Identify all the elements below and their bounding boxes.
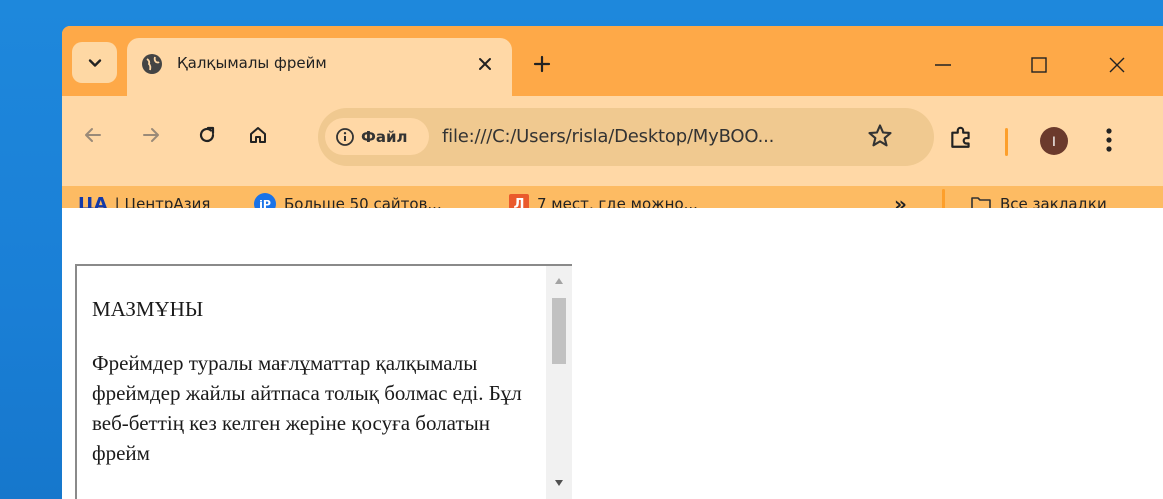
toolbar: Файл file:///C:/Users/risla/Desktop/MyBO…: [62, 96, 1163, 186]
arrow-right-icon: [143, 128, 159, 142]
globe-icon: [142, 54, 162, 74]
reload-icon: [199, 126, 215, 143]
chevron-down-icon: [88, 58, 101, 67]
site-info-label: Файл: [361, 127, 408, 146]
arrow-left-icon: [85, 128, 101, 142]
plus-icon: [533, 55, 551, 73]
url-text[interactable]: file:///C:/Users/risla/Desktop/MyBOO...: [442, 126, 774, 147]
triangle-up-icon: [555, 278, 563, 284]
tab-close-button[interactable]: [472, 51, 498, 77]
home-button[interactable]: [243, 120, 273, 150]
home-icon: [250, 127, 266, 143]
bookmark-star-icon[interactable]: [866, 122, 894, 150]
floating-iframe[interactable]: МАЗМҰНЫ Фреймдер туралы мағлұматтар қалқ…: [75, 264, 572, 499]
tab-active[interactable]: Қалқымалы фрейм: [127, 38, 512, 96]
extensions-icon[interactable]: [948, 124, 974, 150]
more-menu-icon[interactable]: [1104, 126, 1114, 154]
iframe-heading: МАЗМҰНЫ: [92, 297, 204, 321]
close-icon: [479, 58, 491, 70]
iframe-scrollbar[interactable]: [546, 266, 572, 499]
tab-search-button[interactable]: [72, 42, 117, 83]
scroll-down-button[interactable]: [546, 472, 572, 494]
profile-avatar[interactable]: I: [1040, 127, 1068, 155]
minimize-icon: [935, 64, 951, 66]
iframe-body: МАЗМҰНЫ Фреймдер туралы мағлұматтар қалқ…: [92, 294, 542, 468]
browser-window: Қалқымалы фрейм Файл file:///C:/Users/ri…: [62, 26, 1163, 499]
tab-strip: Қалқымалы фрейм: [62, 26, 1163, 96]
new-tab-button[interactable]: [526, 48, 558, 80]
close-icon: [1109, 57, 1125, 73]
minimize-button[interactable]: [928, 50, 958, 80]
scroll-thumb[interactable]: [552, 298, 566, 364]
forward-button[interactable]: [136, 120, 166, 150]
triangle-down-icon: [555, 480, 563, 486]
address-bar[interactable]: Файл file:///C:/Users/risla/Desktop/MyBO…: [318, 108, 934, 166]
iframe-paragraph: Фреймдер туралы мағлұматтар қалқымалы фр…: [92, 351, 522, 465]
back-button[interactable]: [78, 120, 108, 150]
tab-title: Қалқымалы фрейм: [177, 54, 327, 72]
maximize-button[interactable]: [1024, 50, 1054, 80]
scroll-up-button[interactable]: [546, 270, 572, 292]
reload-button[interactable]: [192, 120, 222, 150]
page-content: МАЗМҰНЫ Фреймдер туралы мағлұматтар қалқ…: [62, 208, 1163, 499]
toolbar-separator: [1005, 128, 1008, 156]
maximize-icon: [1031, 57, 1047, 73]
close-window-button[interactable]: [1102, 50, 1132, 80]
site-info-chip[interactable]: Файл: [325, 118, 429, 155]
info-icon: [336, 127, 354, 146]
